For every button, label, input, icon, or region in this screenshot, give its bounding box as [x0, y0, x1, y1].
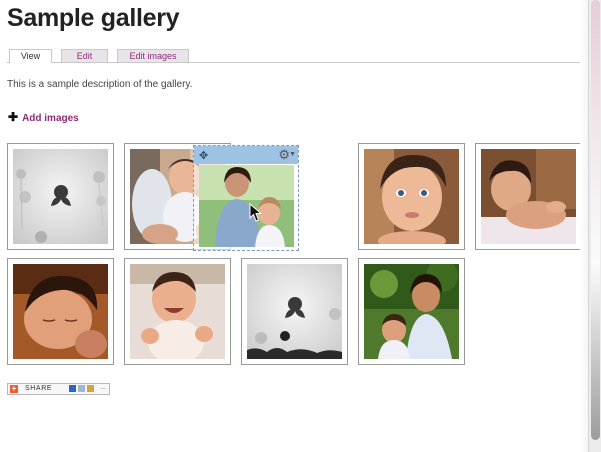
scrollbar-thumb[interactable] [591, 0, 600, 440]
dragged-photo [199, 165, 294, 247]
share-sites-icons [69, 385, 96, 393]
drag-toolbar: ✥ ⚙ ▼ [194, 146, 298, 164]
tabs-divider [7, 62, 582, 63]
gallery-thumbnail-1[interactable] [7, 143, 114, 250]
share-button[interactable]: + SHARE ... [7, 383, 110, 395]
add-images-link[interactable]: ✚ Add images [8, 110, 79, 124]
dragged-image-overlay[interactable]: ✥ ⚙ ▼ [193, 145, 299, 251]
placeholder-image-2 [247, 264, 342, 359]
delicious-icon [69, 385, 76, 392]
baby-closeup-photo [364, 149, 459, 244]
mother-and-baby-photo [364, 264, 459, 359]
share-more-label: ... [100, 384, 106, 391]
gallery-thumbnail-8[interactable] [241, 258, 348, 365]
baby-sleeping-photo [13, 264, 108, 359]
add-images-label: Add images [22, 113, 79, 124]
share-label: SHARE [25, 385, 53, 392]
placeholder-image [13, 149, 108, 244]
baby-smiling-photo [130, 264, 225, 359]
mouse-cursor-icon [249, 203, 263, 222]
tab-edit-images[interactable]: Edit images [117, 49, 189, 62]
tab-edit[interactable]: Edit [61, 49, 108, 62]
stumbleupon-icon [87, 385, 94, 392]
share-plus-icon: + [10, 384, 18, 393]
baby-lying-photo [481, 149, 576, 244]
page-title: Sample gallery [7, 4, 180, 32]
vertical-scrollbar[interactable] [588, 0, 601, 452]
gallery-thumbnail-4[interactable] [358, 143, 465, 250]
gallery-description: This is a sample description of the gall… [7, 79, 193, 90]
tab-view[interactable]: View [9, 49, 52, 63]
digg-icon [78, 385, 85, 392]
move-icon[interactable]: ✥ [199, 149, 208, 162]
plus-icon: ✚ [8, 110, 19, 124]
gallery-thumbnail-6[interactable] [7, 258, 114, 365]
content-frame-edge [580, 0, 588, 452]
gallery-thumbnail-5[interactable] [475, 143, 582, 250]
gallery-thumbnail-9[interactable] [358, 258, 465, 365]
chevron-down-icon[interactable]: ▼ [289, 151, 296, 158]
gallery-thumbnail-7[interactable] [124, 258, 231, 365]
